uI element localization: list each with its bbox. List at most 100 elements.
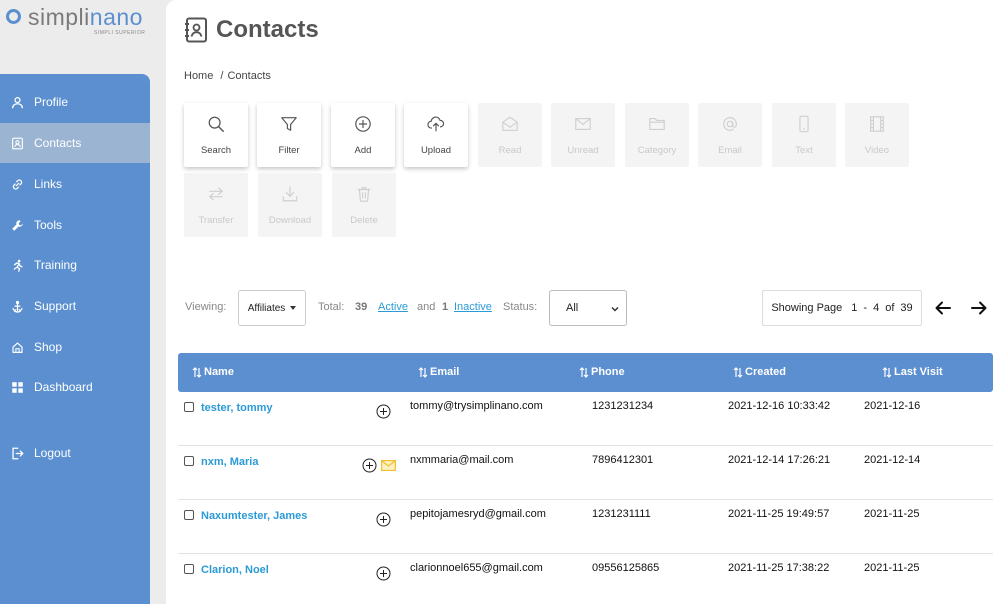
status-select[interactable]: All [549, 290, 627, 326]
inactive-count: 1 [442, 301, 449, 313]
column-header-email[interactable]: Email [418, 366, 459, 378]
arrow-left-icon[interactable] [934, 299, 952, 317]
row-checkbox[interactable] [184, 402, 194, 412]
contact-last-visit: 2021-11-25 [864, 562, 920, 574]
delete-button[interactable]: Delete [332, 173, 396, 237]
search-icon [207, 115, 225, 138]
contact-name-link[interactable]: Naxumtester, James [201, 510, 307, 522]
status-label: Status: [503, 301, 538, 313]
link-icon [9, 178, 25, 191]
film-icon [868, 115, 886, 138]
plus-circle-icon[interactable] [376, 512, 391, 527]
sidebar-item-training[interactable]: Training [0, 245, 150, 285]
contact-created: 2021-12-16 10:33:42 [728, 400, 831, 412]
contact-last-visit: 2021-12-16 [864, 400, 921, 412]
contact-name-link[interactable]: tester, tommy [201, 402, 273, 414]
logo-tagline: SIMPLI SUPERIOR [94, 30, 146, 36]
contact-email: tommy@trysimplinano.com [410, 400, 543, 412]
add-button[interactable]: Add [331, 103, 395, 167]
plus-circle-icon[interactable] [362, 458, 377, 473]
page-title: Contacts [216, 16, 319, 43]
sort-icon [882, 366, 892, 378]
column-header-last-visit[interactable]: Last Visit [882, 366, 943, 378]
sidebar-item-links[interactable]: Links [0, 164, 150, 204]
sidebar-item-dashboard[interactable]: Dashboard [0, 367, 150, 407]
sidebar-item-shop[interactable]: Shop [0, 327, 150, 367]
search-button[interactable]: Search [184, 103, 248, 167]
contact-phone: 1231231234 [592, 400, 654, 412]
sidebar: Profile Contacts Links Tools Training Su… [0, 74, 150, 604]
sidebar-item-label: Training [34, 258, 77, 272]
sort-icon [192, 366, 202, 378]
row-checkbox[interactable] [184, 456, 194, 466]
pager-label: Showing Page [771, 302, 843, 314]
folder-icon [648, 115, 666, 138]
sidebar-item-label: Support [34, 299, 77, 313]
sidebar-item-support[interactable]: Support [0, 286, 150, 326]
arrow-right-icon[interactable] [970, 299, 988, 317]
sidebar-item-contacts[interactable]: Contacts [0, 123, 150, 163]
table-row: tester, tommy tommy@trysimplinano.com 12… [178, 392, 993, 446]
sidebar-item-label: Tools [34, 218, 63, 232]
table-row: Naxumtester, James pepitojamesryd@gmail.… [178, 500, 993, 554]
mail-icon[interactable] [381, 460, 396, 471]
video-button[interactable]: Video [845, 103, 909, 167]
viewing-dropdown[interactable]: Affiliates [238, 290, 306, 326]
logout-icon [9, 447, 25, 460]
sidebar-item-label: Logout [34, 446, 71, 460]
person-icon [9, 96, 25, 109]
sidebar-item-profile[interactable]: Profile [0, 82, 150, 122]
contact-phone: 7896412301 [592, 454, 654, 466]
row-checkbox[interactable] [184, 564, 194, 574]
email-button[interactable]: Email [698, 103, 762, 167]
contact-created: 2021-12-14 17:26:21 [728, 454, 831, 466]
plus-circle-icon[interactable] [376, 566, 391, 581]
filter-button-label: Filter [278, 144, 300, 156]
dashboard-icon [9, 381, 25, 394]
row-checkbox[interactable] [184, 510, 194, 520]
breadcrumb-separator: / [220, 70, 224, 82]
sidebar-item-logout[interactable]: Logout [0, 433, 150, 473]
support-icon [9, 300, 25, 313]
column-header-phone[interactable]: Phone [579, 366, 625, 378]
sort-icon [579, 366, 589, 378]
sidebar-item-tools[interactable]: Tools [0, 205, 150, 245]
read-button-label: Read [498, 144, 522, 156]
unread-button[interactable]: Unread [551, 103, 615, 167]
contact-email: clarionnoel655@gmail.com [410, 562, 543, 574]
contact-name-link[interactable]: nxm, Maria [201, 456, 258, 468]
sidebar-item-label: Contacts [34, 136, 82, 150]
sort-icon [733, 366, 743, 378]
at-sign-icon [721, 115, 739, 138]
category-button[interactable]: Category [625, 103, 689, 167]
column-header-name[interactable]: Name [192, 366, 234, 378]
column-header-created[interactable]: Created [733, 366, 786, 378]
sidebar-item-label: Dashboard [34, 380, 93, 394]
contact-name-link[interactable]: Clarion, Noel [201, 564, 269, 576]
transfer-button[interactable]: Transfer [184, 173, 248, 237]
video-button-label: Video [864, 144, 890, 156]
chevron-down-icon [611, 306, 619, 312]
total-label: Total: [318, 301, 345, 313]
text-button-label: Text [795, 144, 813, 156]
search-button-label: Search [200, 144, 232, 156]
column-header-label: Email [430, 366, 460, 378]
email-button-label: Email [718, 144, 742, 156]
download-button[interactable]: Download [258, 173, 322, 237]
active-link[interactable]: Active [378, 301, 408, 313]
logo-wordmark: simplinano [28, 4, 143, 30]
contact-email: nxmmaria@mail.com [410, 454, 514, 466]
envelope-open-icon [501, 115, 519, 138]
read-button[interactable]: Read [478, 103, 542, 167]
contact-phone: 1231231111 [592, 508, 651, 520]
plus-circle-icon[interactable] [376, 404, 391, 419]
text-button[interactable]: Text [772, 103, 836, 167]
filter-button[interactable]: Filter [257, 103, 321, 167]
main-panel: Contacts Home / Contacts Search Filter Ad… [166, 0, 1000, 604]
pager-from: 1 [851, 302, 858, 314]
brand-logo: simplinano SIMPLI SUPERIOR [6, 4, 156, 38]
page-indicator: Showing Page 1 - 4 of 39 [762, 290, 922, 326]
inactive-link[interactable]: Inactive [454, 301, 492, 313]
upload-button[interactable]: Upload [404, 103, 468, 167]
breadcrumb-home[interactable]: Home [184, 70, 213, 82]
